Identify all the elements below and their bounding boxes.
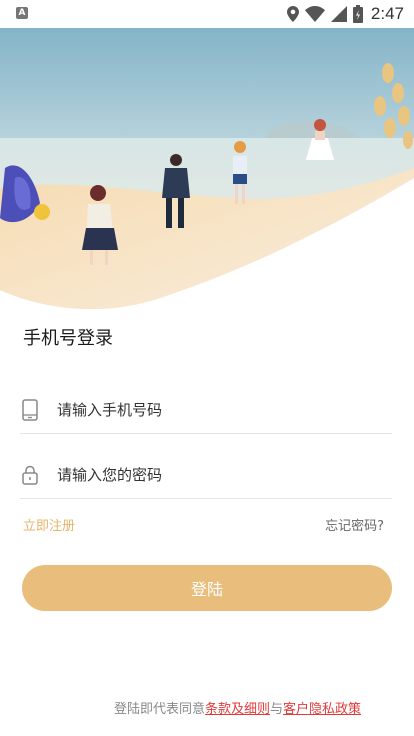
agreement-text: 登陆即代表同意条款及细则与客户隐私政策 xyxy=(0,698,414,717)
password-field-row xyxy=(20,454,392,499)
hero-illustration xyxy=(0,28,414,313)
cellular-signal-icon xyxy=(330,6,347,22)
status-time: 2:47 xyxy=(370,4,404,23)
wifi-icon xyxy=(304,6,325,22)
agreement-prefix: 登陆即代表同意 xyxy=(113,702,205,717)
battery-icon xyxy=(352,5,363,23)
page-title: 手机号登录 xyxy=(23,328,113,349)
phone-icon xyxy=(22,399,38,421)
agreement-connector: 与 xyxy=(269,702,283,717)
password-input[interactable] xyxy=(57,460,377,490)
terms-link[interactable]: 条款及细则 xyxy=(205,702,270,717)
lock-icon xyxy=(22,465,38,485)
phone-field-row xyxy=(20,389,392,434)
privacy-policy-link[interactable]: 客户隐私政策 xyxy=(283,702,361,717)
register-link[interactable]: 立即注册 xyxy=(23,515,75,534)
phone-input[interactable] xyxy=(57,395,377,425)
location-icon xyxy=(286,6,299,22)
app-notification-icon: A xyxy=(16,7,28,19)
forgot-password-link[interactable]: 忘记密码? xyxy=(325,515,384,534)
status-indicators: 2:47 xyxy=(286,0,404,28)
login-button[interactable]: 登陆 xyxy=(22,565,392,611)
status-bar: A 2:47 xyxy=(0,0,414,28)
beach-scene-illustration xyxy=(0,28,414,313)
agreement-line: 登陆即代表同意条款及细则与客户隐私政策 xyxy=(114,698,361,717)
